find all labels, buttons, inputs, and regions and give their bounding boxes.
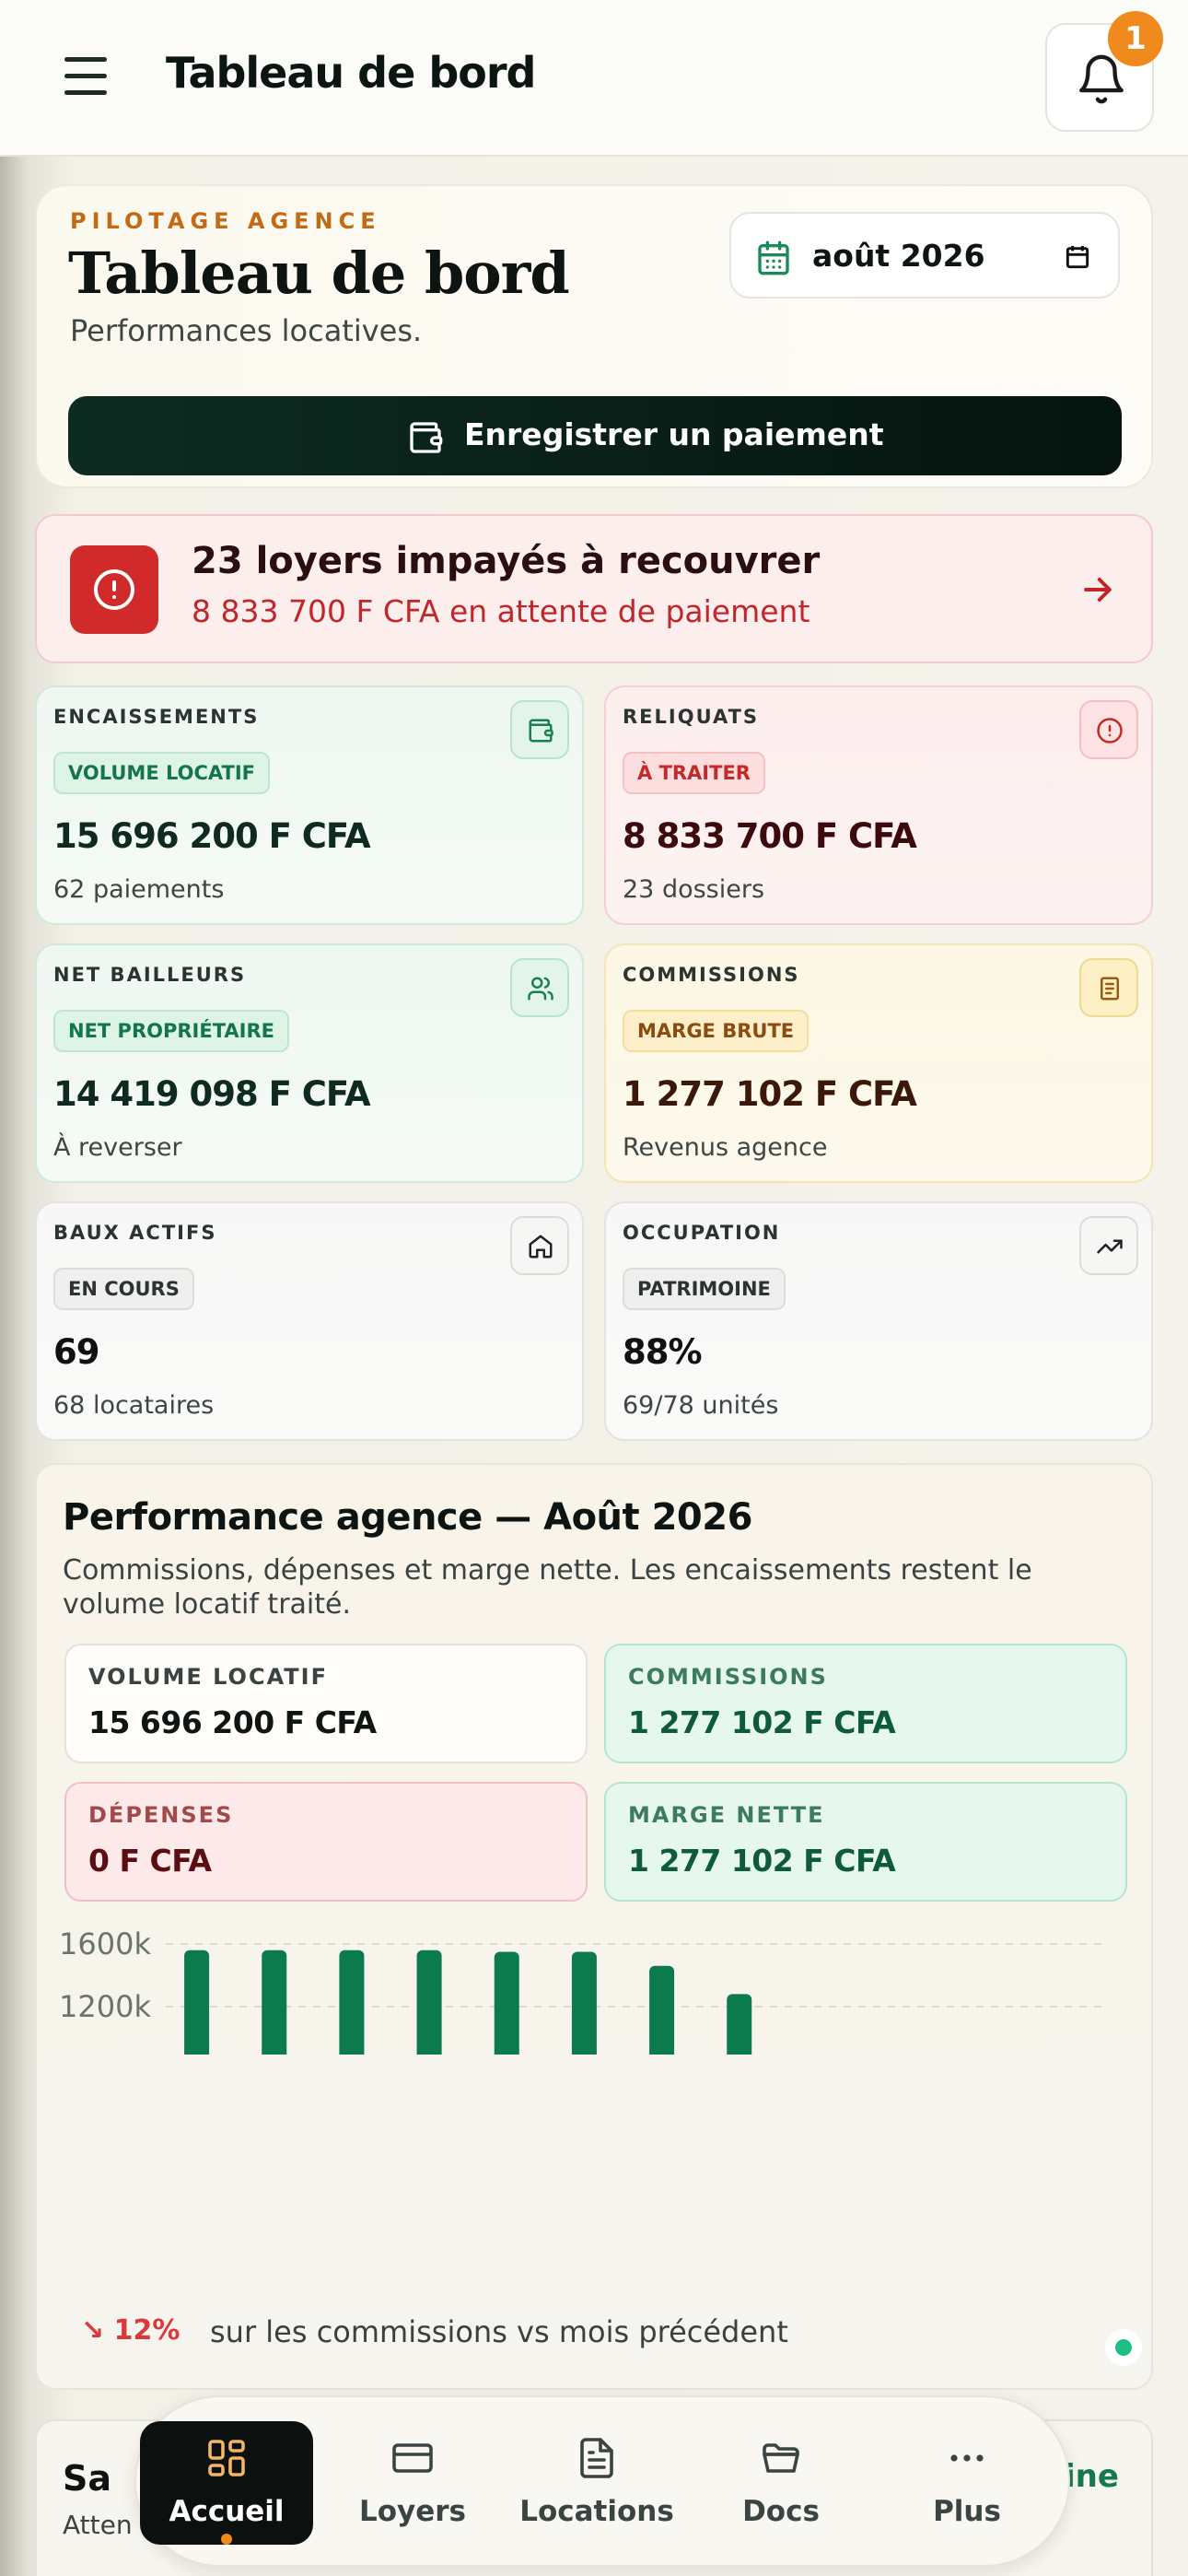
receipt-icon: [1101, 977, 1119, 1001]
secondary-card-link[interactable]: ine: [1065, 2458, 1119, 2495]
month-picker-value: août 2026: [812, 238, 985, 274]
nav-label: Plus: [933, 2495, 1001, 2528]
unpaid-rent-alert[interactable]: 23 loyers impayés à recouvrer 8 833 700 …: [35, 514, 1153, 663]
alert-icon-box: [70, 545, 158, 634]
alert-title: 23 loyers impayés à recouvrer: [192, 540, 821, 582]
bottom-navigation: Accueil Loyers Locations Docs Plus: [134, 2395, 1070, 2567]
alert-circle-icon: [1097, 718, 1123, 744]
record-payment-button[interactable]: Enregistrer un paiement: [68, 396, 1122, 475]
kpi-label: OCCUPATION: [623, 1222, 781, 1244]
kpi-value: 15 696 200 F CFA: [53, 816, 371, 856]
y-tick-label: 800k: [77, 2052, 151, 2055]
page-title: Tableau de bord: [68, 240, 570, 307]
kpi-value: 1 277 102 F CFA: [623, 1074, 917, 1114]
active-indicator-dot: [221, 2534, 232, 2545]
wallet-icon: [410, 422, 443, 453]
users-icon: [528, 977, 553, 1001]
kpi-icon-box: [510, 700, 569, 759]
kpi-tag: MARGE BRUTE: [623, 1010, 809, 1052]
secondary-card-subtitle: Atten: [63, 2510, 133, 2540]
kpi-subtext: 23 dossiers: [623, 875, 765, 904]
nav-label: Docs: [742, 2495, 820, 2528]
month-picker[interactable]: août 2026: [729, 212, 1120, 299]
hamburger-menu-icon[interactable]: [64, 57, 111, 96]
bar-series-1: [727, 1994, 752, 2055]
kpi-tag: EN COURS: [53, 1268, 194, 1310]
bar-series-1: [262, 1950, 287, 2055]
bar-series-1: [416, 1950, 442, 2055]
kpi-icon-box: [510, 958, 569, 1017]
bar-series-1: [184, 1950, 210, 2055]
kpi-label: ENCAISSEMENTS: [53, 706, 260, 728]
status-online-icon: [1105, 2329, 1142, 2366]
dashboard-icon: [208, 2440, 245, 2476]
kpi-subtext: 68 locataires: [53, 1391, 215, 1420]
nav-item-plus[interactable]: Plus: [880, 2421, 1054, 2545]
kpi-subtext: À reverser: [53, 1133, 182, 1162]
kpi-subtext: 62 paiements: [53, 875, 225, 904]
calendar-icon: [758, 240, 789, 275]
bar-series-1: [339, 1950, 365, 2055]
bar-series-1: [571, 1951, 597, 2055]
kpi-value: 14 419 098 F CFA: [53, 1074, 371, 1114]
kpi-label: NET BAILLEURS: [53, 964, 247, 986]
trend-indicator: ↘ 12%: [81, 2314, 181, 2347]
kpi-label: BAUX ACTIFS: [53, 1222, 217, 1244]
kpi-value: 8 833 700 F CFA: [623, 816, 917, 856]
nav-item-accueil[interactable]: Accueil: [140, 2421, 313, 2545]
kpi-card-baux-actifs[interactable]: BAUX ACTIFS EN COURS 69 68 locataires: [35, 1201, 584, 1441]
kpi-icon-box: [1079, 1216, 1138, 1275]
kpi-icon-box: [510, 1216, 569, 1275]
nav-item-loyers[interactable]: Loyers: [326, 2421, 499, 2545]
bar-series-1: [494, 1951, 519, 2055]
wallet-icon: [529, 719, 553, 743]
header-eyebrow: PILOTAGE AGENCE: [70, 208, 381, 234]
app-bar-title: Tableau de bord: [166, 48, 536, 98]
kpi-card-commissions[interactable]: COMMISSIONS MARGE BRUTE 1 277 102 F CFA …: [604, 943, 1153, 1183]
kpi-tag: À TRAITER: [623, 752, 765, 794]
kpi-subtext: 69/78 unités: [623, 1391, 779, 1420]
alert-circle-icon: [94, 569, 134, 610]
alert-subtitle: 8 833 700 F CFA en attente de paiement: [192, 593, 810, 629]
record-payment-label: Enregistrer un paiement: [464, 416, 884, 452]
y-tick-label: 1600k: [59, 1926, 151, 1961]
top-app-bar: Tableau de bord 1: [0, 0, 1188, 157]
credit-card-icon: [392, 2443, 433, 2473]
kpi-label: COMMISSIONS: [623, 964, 800, 986]
more-icon: [950, 2454, 984, 2462]
kpi-icon-box: [1079, 700, 1138, 759]
secondary-card-title: Sa: [63, 2458, 112, 2499]
nav-label: Locations: [519, 2495, 674, 2528]
page-subtitle: Performances locatives.: [70, 313, 423, 348]
nav-item-docs[interactable]: Docs: [694, 2421, 868, 2545]
bar-series-1: [649, 1965, 675, 2055]
nav-item-locations[interactable]: Locations: [510, 2421, 683, 2545]
trending-up-icon: [1097, 1239, 1123, 1254]
folder-icon: [763, 2443, 799, 2473]
kpi-card-reliquats[interactable]: RELIQUATS À TRAITER 8 833 700 F CFA 23 d…: [604, 685, 1153, 925]
kpi-label: RELIQUATS: [623, 706, 760, 728]
home-icon: [529, 1235, 553, 1259]
kpi-card-occupation[interactable]: OCCUPATION PATRIMOINE 88% 69/78 unités: [604, 1201, 1153, 1441]
trend-text: sur les commissions vs mois précédent: [210, 2314, 788, 2349]
document-icon: [580, 2438, 613, 2478]
kpi-card-net-bailleurs[interactable]: NET BAILLEURS NET PROPRIÉTAIRE 14 419 09…: [35, 943, 584, 1183]
notification-count-badge: 1: [1108, 11, 1163, 66]
kpi-card-encaissements[interactable]: ENCAISSEMENTS VOLUME LOCATIF 15 696 200 …: [35, 685, 584, 925]
y-tick-label: 1200k: [59, 1989, 151, 2024]
calendar-picker-icon[interactable]: [1063, 242, 1092, 272]
kpi-tag: NET PROPRIÉTAIRE: [53, 1010, 289, 1052]
dashboard-header-card: PILOTAGE AGENCE Tableau de bord Performa…: [35, 184, 1153, 488]
performance-card: Performance agence — Août 2026 Commissio…: [35, 1463, 1153, 2390]
nav-label: Loyers: [358, 2495, 467, 2528]
kpi-tag: PATRIMOINE: [623, 1268, 786, 1310]
kpi-value: 88%: [623, 1332, 703, 1372]
arrow-right-icon[interactable]: [1077, 569, 1118, 610]
nav-label: Accueil: [169, 2495, 285, 2528]
performance-bar-chart: 0k400k800k1200k1600kJanFévMarAvrMaiJuinJ…: [59, 1926, 1105, 2055]
kpi-subtext: Revenus agence: [623, 1133, 828, 1162]
kpi-tag: VOLUME LOCATIF: [53, 752, 270, 794]
kpi-value: 69: [53, 1332, 99, 1372]
kpi-icon-box: [1079, 958, 1138, 1017]
